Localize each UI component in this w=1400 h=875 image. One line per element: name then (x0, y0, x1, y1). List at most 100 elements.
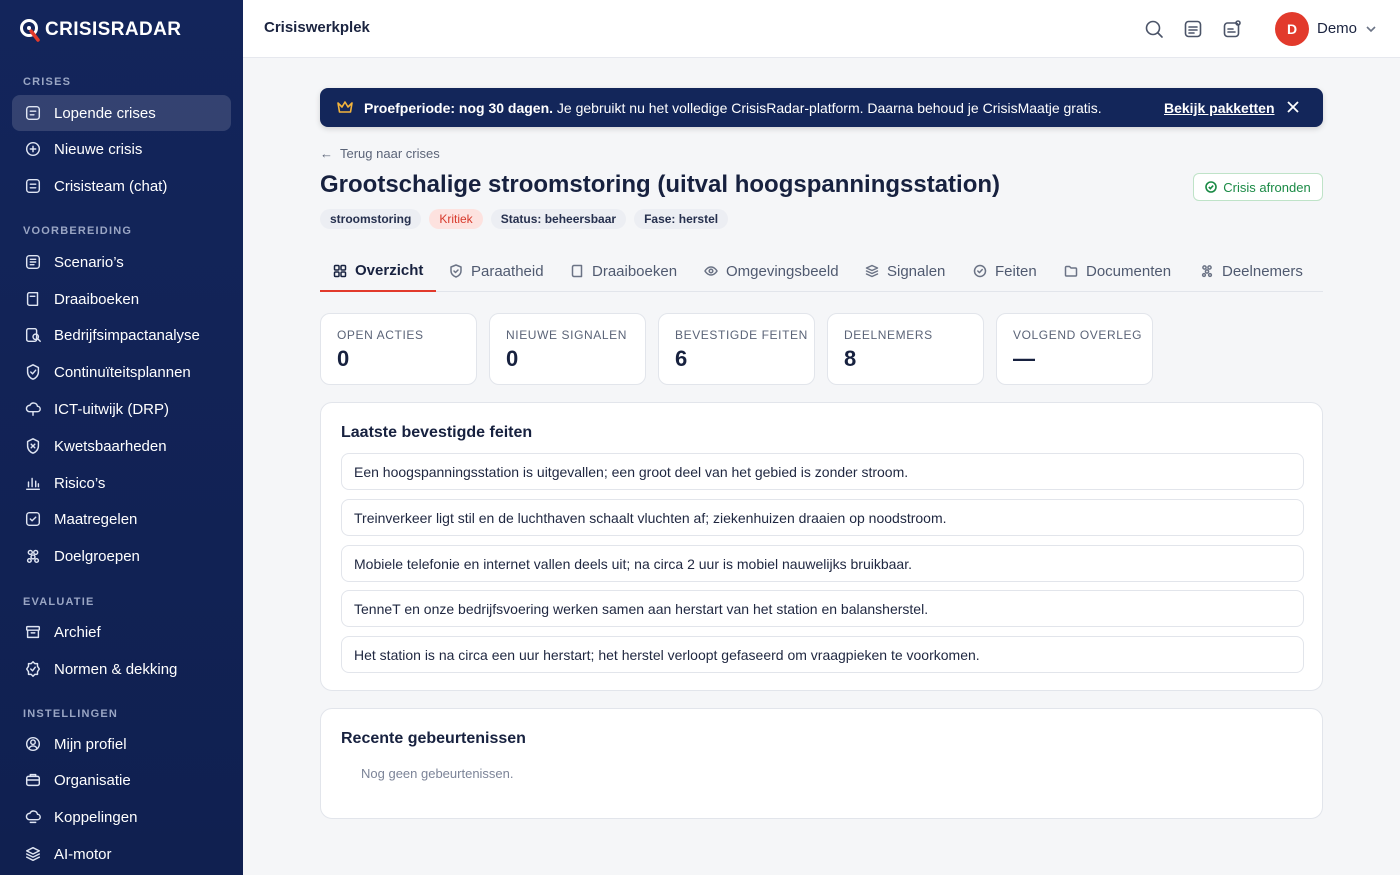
sidebar-item-label: Bedrijfsimpactanalyse (54, 326, 200, 344)
check-circle-icon (973, 264, 987, 278)
tab-draaiboeken[interactable]: Draaiboeken (557, 251, 690, 291)
section-instellingen: INSTELLINGEN (23, 708, 119, 720)
tag-critical: Kritiek (429, 209, 483, 229)
sidebar-item-risicos[interactable]: Risico’s (12, 465, 231, 501)
tab-documenten[interactable]: Documenten (1051, 251, 1184, 291)
workspace-title: Crisiswerkplek (264, 19, 370, 36)
shield-check-icon (24, 363, 42, 381)
sidebar-item-kwetsbaarheden[interactable]: Kwetsbaarheden (12, 428, 231, 464)
stat-label: NIEUWE SIGNALEN (506, 328, 628, 342)
facts-title: Laatste bevestigde feiten (341, 424, 533, 441)
analysis-icon (24, 326, 42, 344)
sidebar-item-koppelingen[interactable]: Koppelingen (12, 799, 231, 835)
notes-icon[interactable] (1183, 19, 1203, 39)
sidebar-item-scenarios[interactable]: Scenario’s (12, 244, 231, 280)
fact-row: Een hoogspanningsstation is uitgevallen;… (341, 453, 1304, 490)
stat-value: 0 (506, 346, 519, 371)
tab-deelnemers[interactable]: Deelnemers (1187, 251, 1316, 291)
stat-label: VOLGEND OVERLEG (1013, 328, 1143, 342)
stat-nieuwe-signalen: NIEUWE SIGNALEN 0 (489, 313, 646, 385)
arrow-left-icon: ← (320, 146, 333, 161)
sidebar-item-label: Kwetsbaarheden (54, 437, 167, 455)
plus-circle-icon (24, 140, 42, 158)
logo-text: CRISISRADAR (45, 19, 182, 40)
check-circle-icon (1205, 181, 1218, 193)
bar-chart-icon (24, 474, 42, 492)
document-icon (24, 253, 42, 271)
folder-icon (1064, 265, 1078, 277)
sidebar-item-label: Mijn profiel (54, 735, 127, 753)
avatar[interactable]: D (1275, 12, 1309, 46)
user-name[interactable]: Demo (1317, 20, 1357, 37)
sidebar-item-archief[interactable]: Archief (12, 614, 231, 650)
eye-icon (704, 266, 718, 276)
tab-label: Signalen (887, 262, 946, 280)
sidebar-item-label: Scenario’s (54, 253, 124, 271)
chevron-down-icon[interactable] (1365, 22, 1377, 34)
tab-signalen[interactable]: Signalen (852, 251, 958, 291)
close-icon[interactable] (1286, 100, 1300, 114)
stat-bevestigde-feiten: BEVESTIGDE FEITEN 6 (658, 313, 815, 385)
close-crisis-label: Crisis afronden (1223, 179, 1311, 195)
sidebar-item-label: Lopende crises (54, 104, 156, 122)
tab-feiten[interactable]: Feiten (960, 251, 1050, 291)
logo[interactable]: CRISISRADAR (19, 17, 181, 43)
sidebar-item-continuiteitsplannen[interactable]: Continuïteitsplannen (12, 354, 231, 390)
book-icon (24, 290, 42, 308)
sidebar-item-label: Archief (54, 623, 101, 641)
search-icon[interactable] (1144, 19, 1164, 39)
section-voorbereiding: VOORBEREIDING (23, 225, 133, 237)
sidebar-item-normen-dekking[interactable]: Normen & dekking (12, 651, 231, 687)
fact-row: Het station is na circa een uur herstart… (341, 636, 1304, 673)
sidebar-item-nieuwe-crisis[interactable]: Nieuwe crisis (12, 131, 231, 167)
check-square-icon (24, 510, 42, 528)
sidebar-item-ict-uitwijk[interactable]: ICT-uitwijk (DRP) (12, 391, 231, 427)
sidebar-item-bedrijfsimpactanalyse[interactable]: Bedrijfsimpactanalyse (12, 317, 231, 353)
shield-check-icon (450, 264, 462, 278)
cloud-link-icon (24, 808, 42, 826)
radar-logo-icon (19, 18, 41, 42)
stat-label: OPEN ACTIES (337, 328, 424, 342)
sidebar-item-organisatie[interactable]: Organisatie (12, 762, 231, 798)
back-link[interactable]: ← Terug naar crises (320, 146, 440, 161)
archive-icon (24, 623, 42, 641)
book-icon (571, 264, 583, 278)
sidebar-item-label: Risico’s (54, 474, 106, 492)
close-crisis-button[interactable]: Crisis afronden (1193, 173, 1323, 201)
page-title: Grootschalige stroomstoring (uitval hoog… (320, 171, 1001, 198)
notifications-icon[interactable] (1222, 19, 1242, 39)
events-card: Recente gebeurtenissen Nog geen gebeurte… (320, 708, 1323, 819)
sidebar-item-mijn-profiel[interactable]: Mijn profiel (12, 726, 231, 762)
tab-label: Overzicht (355, 262, 424, 279)
tab-label: Documenten (1086, 262, 1172, 280)
tab-label: Omgevingsbeeld (726, 262, 839, 280)
sidebar-item-ai-motor[interactable]: AI-motor (12, 836, 231, 872)
tab-paraatheid[interactable]: Paraatheid (436, 251, 557, 291)
stat-open-acties: OPEN ACTIES 0 (320, 313, 477, 385)
badge-check-icon (24, 660, 42, 678)
stat-label: BEVESTIGDE FEITEN (675, 328, 808, 342)
tag-phase: Fase: herstel (634, 209, 729, 229)
crisis-tabs: Overzicht Paraatheid Draaiboeken Omgevin… (320, 251, 1323, 292)
stat-deelnemers: DEELNEMERS 8 (827, 313, 984, 385)
topbar: Crisiswerkplek D Demo (243, 0, 1400, 58)
tab-overzicht[interactable]: Overzicht (320, 251, 437, 292)
view-plans-link[interactable]: Bekijk pakketten (1164, 100, 1275, 116)
sidebar-item-crisisteam[interactable]: Crisisteam (chat) (12, 168, 231, 204)
shield-x-icon (24, 437, 42, 455)
tab-omgevingsbeeld[interactable]: Omgevingsbeeld (691, 251, 852, 291)
stat-value: 8 (844, 346, 857, 371)
section-crises: CRISES (23, 76, 72, 88)
sidebar-item-draaiboeken[interactable]: Draaiboeken (12, 281, 231, 317)
sidebar-item-label: Nieuwe crisis (54, 140, 143, 158)
sidebar-item-label: Normen & dekking (54, 660, 178, 678)
sidebar-item-maatregelen[interactable]: Maatregelen (12, 501, 231, 537)
stat-label: DEELNEMERS (844, 328, 933, 342)
layers-icon (24, 845, 42, 863)
sidebar-item-doelgroepen[interactable]: Doelgroepen (12, 538, 231, 574)
sidebar-item-label: AI-motor (54, 845, 112, 863)
sidebar: CRISISRADAR CRISES Lopende crises Nieuwe… (0, 0, 243, 875)
stat-value: 0 (337, 346, 350, 371)
fact-row: Treinverkeer ligt stil en de luchthaven … (341, 499, 1304, 536)
sidebar-item-lopende-crises[interactable]: Lopende crises (12, 95, 231, 131)
